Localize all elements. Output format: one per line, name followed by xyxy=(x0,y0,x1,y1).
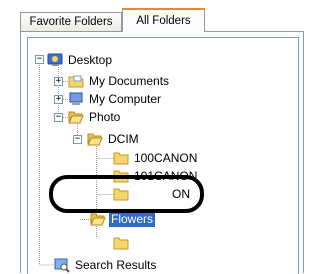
tree-item-dcim[interactable]: DCIM xyxy=(87,130,141,148)
tree-item-my-computer[interactable]: My Computer xyxy=(68,90,163,108)
search-results-icon xyxy=(54,257,70,273)
folder-open-icon xyxy=(87,131,103,147)
tree-item-flowers[interactable]: Flowers xyxy=(90,210,156,228)
tree-item-100canon[interactable]: 100CANON xyxy=(113,149,199,167)
tab-all-folders[interactable]: All Folders xyxy=(122,8,205,32)
tree-item-label: Desktop xyxy=(68,53,113,67)
folder-open-icon xyxy=(68,109,84,125)
dcim-collapse-toggle[interactable]: − xyxy=(73,135,82,144)
tree-item-label: ON xyxy=(172,187,190,201)
tree-item-label: My Computer xyxy=(89,92,162,106)
tree-item-label: 100CANON xyxy=(134,151,198,165)
tree-item-search-results[interactable]: Search Results xyxy=(54,256,158,274)
tree-item-label: Flowers xyxy=(109,211,156,227)
tree-item-label: DCIM xyxy=(108,132,139,146)
folder-open-icon xyxy=(90,211,106,227)
folder-icon xyxy=(113,168,129,184)
tree-item-obscured[interactable] xyxy=(113,234,136,252)
tree-item-101canon[interactable]: 101CANON xyxy=(113,167,199,185)
tree-item-label: Photo xyxy=(89,110,121,124)
desktop-icon xyxy=(47,52,63,68)
tree-item-label: My Documents xyxy=(89,74,170,88)
folder-panel: − Desktop + My Documents + My Computer − xyxy=(20,31,304,274)
tree-item-canon-partial[interactable]: ON xyxy=(113,185,192,203)
folder-icon xyxy=(113,186,129,202)
tree-item-desktop[interactable]: Desktop xyxy=(47,51,114,69)
my-computer-expand-toggle[interactable]: + xyxy=(54,95,63,104)
tree-item-my-documents[interactable]: My Documents xyxy=(68,72,171,90)
photo-collapse-toggle[interactable]: − xyxy=(54,113,63,122)
tree-item-photo[interactable]: Photo xyxy=(68,108,122,126)
my-documents-folder-icon xyxy=(68,73,84,89)
tab-favorite-folders[interactable]: Favorite Folders xyxy=(20,12,122,31)
folder-icon xyxy=(113,235,129,251)
tree-item-label: Search Results xyxy=(75,258,157,272)
my-documents-expand-toggle[interactable]: + xyxy=(54,77,63,86)
folder-icon xyxy=(113,150,129,166)
tree-item-label: 101CANON xyxy=(134,169,198,183)
desktop-collapse-toggle[interactable]: − xyxy=(35,55,44,64)
computer-icon xyxy=(68,91,84,107)
folder-tree[interactable]: − Desktop + My Documents + My Computer − xyxy=(27,37,299,274)
